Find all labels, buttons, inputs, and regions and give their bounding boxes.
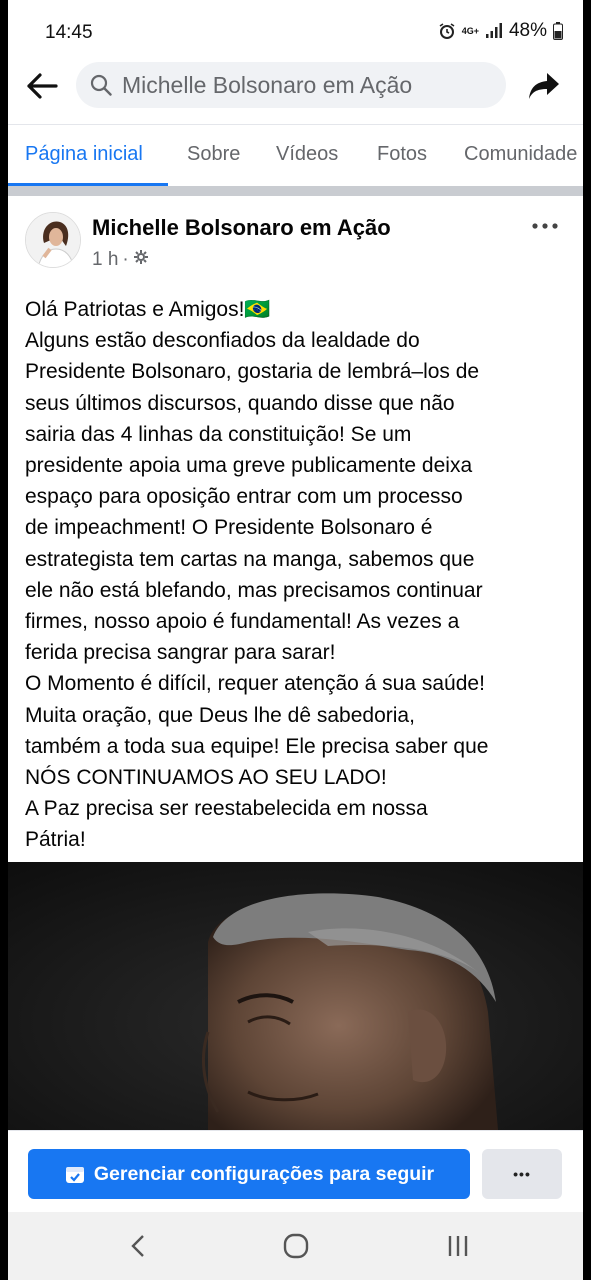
status-time: 14:45	[45, 22, 93, 43]
more-dots-icon: •••	[513, 1166, 531, 1182]
post-line: Pátria!	[25, 828, 86, 852]
status-bar: 14:45 4G+ 48%	[8, 0, 583, 62]
home-circle-icon	[283, 1233, 309, 1259]
status-icons: 4G+ 48%	[438, 20, 563, 42]
manage-follow-settings-label: Gerenciar configurações para seguir	[93, 1162, 435, 1185]
search-header: Michelle Bolsonaro em Ação	[8, 62, 583, 114]
back-arrow-icon	[27, 73, 58, 99]
post-line: seus últimos discursos, quando disse que…	[25, 391, 455, 415]
section-divider	[8, 186, 583, 196]
phone-screen: 14:45 4G+ 48% Michelle Bolsonaro em Ação	[8, 0, 583, 1280]
recents-icon	[448, 1236, 468, 1256]
battery-percent: 48%	[508, 20, 547, 41]
manage-follow-settings-button[interactable]: Gerenciar configurações para seguir	[28, 1149, 470, 1199]
post-time[interactable]: 1 h	[92, 249, 118, 271]
post-line: Alguns estão desconfiados da lealdade do	[25, 329, 420, 353]
tab-community[interactable]: Comunidade	[464, 143, 577, 166]
more-icon	[532, 223, 558, 229]
post-line: Olá Patriotas e Amigos!🇧🇷	[25, 298, 271, 321]
post-line: estrategista tem cartas na manga, sabemo…	[25, 547, 475, 571]
system-nav-bar	[8, 1212, 583, 1280]
page-tabs: Página inicial Sobre Vídeos Fotos Comuni…	[8, 124, 583, 186]
post-line: presidente apoia uma greve publicamente …	[25, 454, 473, 478]
alarm-icon	[438, 22, 456, 40]
follow-settings-icon	[65, 1167, 84, 1183]
share-icon	[529, 73, 559, 99]
post-options-button[interactable]	[528, 216, 562, 236]
back-button[interactable]	[24, 68, 60, 104]
more-options-button[interactable]: •••	[482, 1149, 562, 1199]
tab-photos[interactable]: Fotos	[377, 143, 427, 166]
search-icon	[90, 74, 112, 96]
tab-videos[interactable]: Vídeos	[276, 143, 338, 166]
post-line: também a toda sua equipe! Ele precisa sa…	[25, 734, 489, 758]
tab-about[interactable]: Sobre	[187, 143, 240, 166]
signal-icon	[485, 23, 503, 39]
network-icon: 4G+	[461, 25, 479, 36]
search-text: Michelle Bolsonaro em Ação	[122, 71, 413, 98]
post-text: Olá Patriotas e Amigos!🇧🇷 Alguns estão d…	[25, 294, 577, 856]
post-line: Muita oração, que Deus lhe dê sabedoria,	[25, 703, 415, 727]
share-button[interactable]	[524, 68, 564, 104]
post-photo[interactable]	[8, 862, 583, 1130]
post-line: Presidente Bolsonaro, gostaria de lembrá…	[25, 360, 480, 384]
post-line: firmes, nosso apoio é fundamental! As ve…	[25, 610, 460, 634]
post-line: O Momento é difícil, requer atenção á su…	[25, 672, 485, 696]
post-line: ferida precisa sangrar para sarar!	[25, 641, 336, 665]
post-line: de impeachment! O Presidente Bolsonaro é	[25, 516, 433, 540]
post-meta: 1 h ·	[92, 249, 149, 271]
post-line: espaço para oposição entrar com um proce…	[25, 485, 463, 509]
search-input[interactable]: Michelle Bolsonaro em Ação	[76, 62, 506, 108]
gear-icon	[133, 249, 149, 271]
avatar[interactable]	[25, 212, 81, 268]
battery-icon	[553, 22, 563, 40]
nav-back-button[interactable]	[118, 1228, 158, 1264]
post-line: NÓS CONTINUAMOS AO SEU LADO!	[25, 766, 387, 790]
post-line: sairia das 4 linhas da constituição! Se …	[25, 422, 412, 446]
post-line: A Paz precisa ser reestabelecida em noss…	[25, 797, 428, 821]
nav-home-button[interactable]	[276, 1228, 316, 1264]
nav-recents-button[interactable]	[438, 1228, 478, 1264]
chevron-left-icon	[131, 1235, 144, 1257]
post-line: ele não está blefando, mas precisamos co…	[25, 578, 483, 602]
follow-settings-bar: Gerenciar configurações para seguir •••	[8, 1130, 583, 1212]
meta-separator: ·	[122, 249, 129, 270]
post-author[interactable]: Michelle Bolsonaro em Ação	[92, 215, 391, 241]
tab-home[interactable]: Página inicial	[25, 143, 143, 166]
